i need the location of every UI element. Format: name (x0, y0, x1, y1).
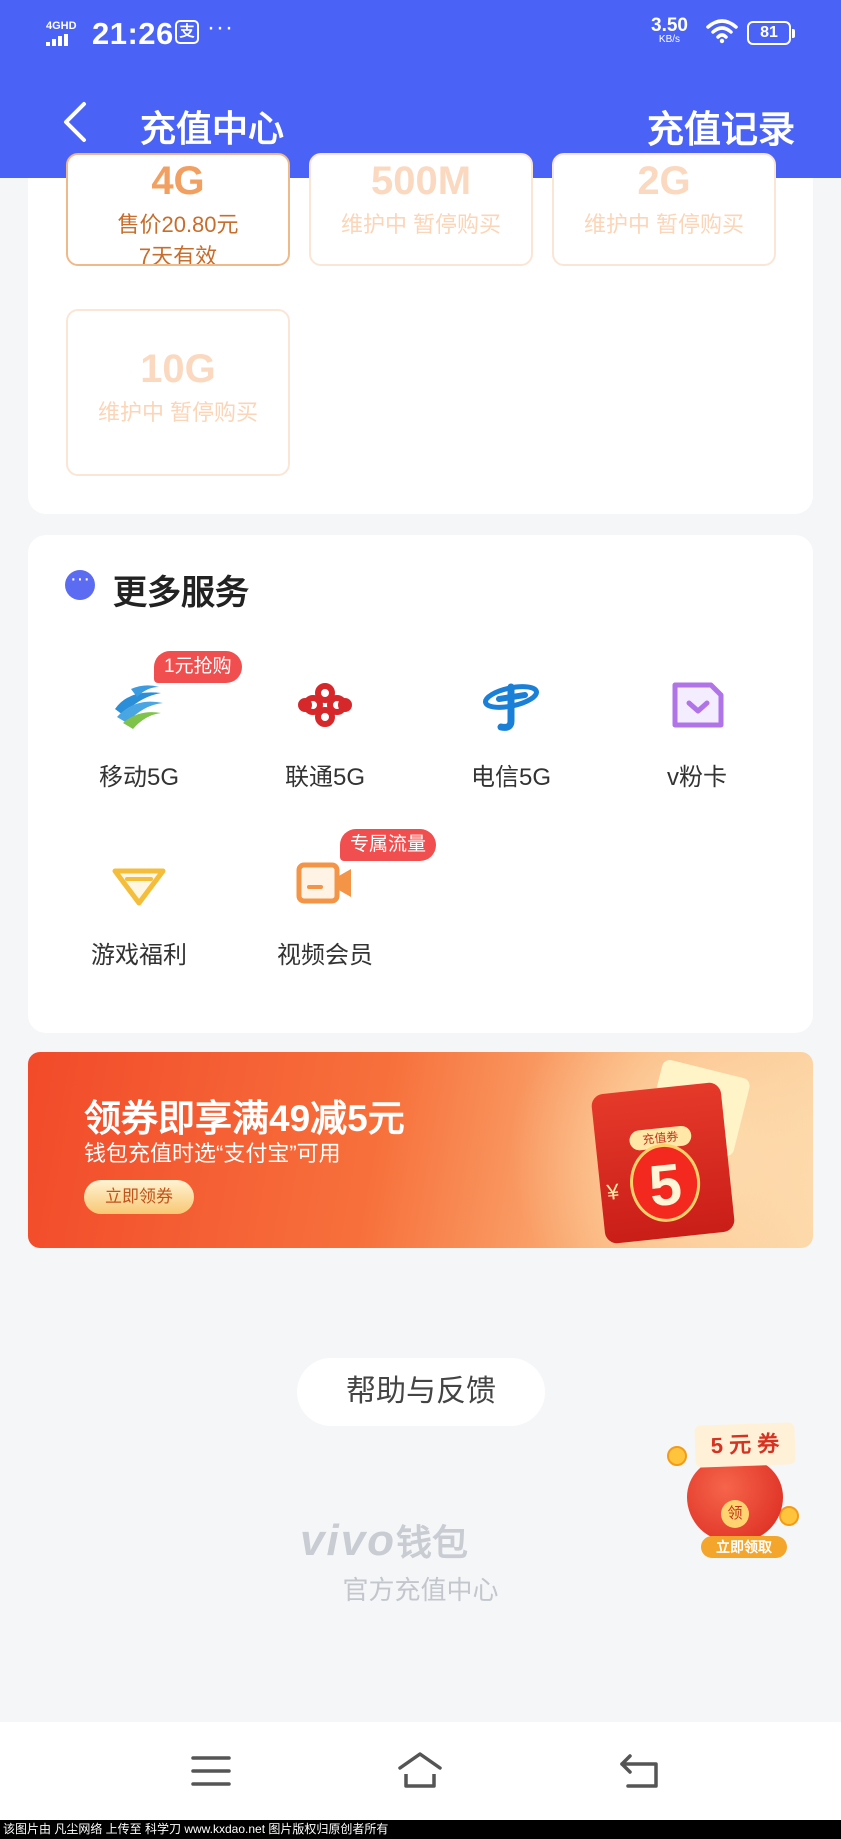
watermark-text: 该图片由 凡尘网络 上传至 科学刀 www.kxdao.net 图片版权归原创者… (0, 1820, 841, 1839)
coupon-banner[interactable]: 领券即享满49减5元 钱包充值时选“支付宝”可用 立即领券 充值券 ¥ 5 (28, 1052, 813, 1248)
network-label: 4GHD (46, 20, 77, 32)
battery-indicator: 81 (747, 21, 795, 45)
package-size: 2G (637, 159, 691, 203)
logo-cn: 钱包 (396, 1522, 469, 1563)
footer-subtitle: 官方充值中心 (342, 1575, 499, 1605)
package-size: 4G (151, 159, 205, 203)
service-video-membership[interactable]: 专属流量 视频会员 (245, 823, 437, 993)
coin-icon (667, 1446, 687, 1466)
claim-seal: 领 (721, 1500, 749, 1528)
service-china-unicom[interactable]: 联通5G (245, 645, 405, 815)
data-package-card: 4G 售价20.80元 7天有效 500M 维护中 暂停购买 2G 维护中 暂停… (28, 153, 813, 514)
package-status: 维护中 暂停购买 (97, 400, 259, 425)
section-title: 更多服务 (113, 574, 249, 612)
page-title: 充值中心 (140, 108, 285, 149)
back-icon[interactable] (616, 1748, 664, 1794)
alipay-notification-icon: 支 (175, 20, 199, 44)
vivo-wallet-logo: vivo钱包 (300, 1514, 540, 1565)
recharge-record-link[interactable]: 充值记录 (647, 99, 795, 153)
diamond-icon (112, 868, 166, 906)
banner-headline: 领券即享满49减5元 (84, 1098, 405, 1139)
package-option-10g[interactable]: 10G 维护中 暂停购买 (66, 309, 290, 476)
currency-symbol: ¥ (605, 1178, 621, 1205)
help-feedback-button[interactable]: 帮助与反馈 (297, 1358, 545, 1426)
coin-icon (779, 1506, 799, 1526)
signal-icon (46, 34, 68, 46)
package-status: 维护中 暂停购买 (340, 212, 502, 237)
package-size: 10G (140, 347, 216, 391)
service-label: v粉卡 (667, 764, 727, 791)
service-label: 视频会员 (277, 942, 373, 969)
service-label: 游戏福利 (91, 942, 187, 969)
promo-badge: 1元抢购 (154, 651, 242, 683)
package-validity: 7天有效 (138, 244, 218, 266)
service-label: 电信5G (470, 764, 551, 791)
china-mobile-icon (115, 685, 163, 729)
service-label: 联通5G (284, 764, 365, 791)
speed-value: 3.50 (651, 15, 688, 36)
service-v-fan-card[interactable]: v粉卡 (617, 645, 777, 815)
claim-coupon-button[interactable]: 立即领券 (84, 1180, 194, 1214)
promo-badge: 专属流量 (340, 829, 437, 861)
sim-card-icon (672, 682, 724, 728)
logo-word: vivo (300, 1516, 397, 1565)
speed-unit: KB/s (658, 34, 681, 45)
red-envelope-illustration: 充值券 ¥ 5 (590, 1081, 736, 1245)
banner-subline: 钱包充值时选“支付宝”可用 (84, 1141, 341, 1166)
package-price: 售价20.80元 (117, 212, 239, 237)
service-game-benefits[interactable]: 游戏福利 (59, 823, 219, 993)
service-china-mobile[interactable]: 1元抢购 移动5G (59, 645, 242, 815)
china-unicom-icon (298, 683, 352, 727)
package-option-2g[interactable]: 2G 维护中 暂停购买 (552, 153, 776, 266)
claim-now-button[interactable]: 立即领取 (701, 1536, 787, 1558)
coupon-amount: 5 (626, 1140, 704, 1226)
clock: 21:26 (92, 16, 174, 51)
service-label: 移动5G (98, 764, 179, 791)
service-china-telecom[interactable]: 电信5G (431, 645, 591, 815)
lucky-bag-icon: 领 (687, 1458, 783, 1542)
signal-indicator: 4GHD (46, 20, 86, 46)
coupon-title: 5 元 券 (694, 1422, 796, 1468)
system-nav-bar (0, 1722, 841, 1820)
status-bar: 4GHD 21:26 支 ··· 3.50 KB/s 81 (0, 0, 841, 70)
package-size: 500M (370, 159, 472, 203)
video-icon (296, 862, 351, 904)
menu-icon[interactable] (187, 1748, 235, 1794)
home-icon[interactable] (396, 1748, 444, 1794)
more-notifications-icon: ··· (207, 14, 234, 41)
more-services-card: ··· 更多服务 1元抢购 移动5G 联通5G 电信5G v粉卡 游戏福利 专属… (28, 535, 813, 1033)
back-arrow-icon[interactable] (56, 96, 96, 148)
floating-coupon[interactable]: 领 5 元 券 立即领取 (655, 1418, 805, 1568)
package-option-4g[interactable]: 4G 售价20.80元 7天有效 (66, 153, 290, 266)
wifi-icon (706, 19, 738, 44)
package-option-500m[interactable]: 500M 维护中 暂停购买 (309, 153, 533, 266)
top-bar: 4GHD 21:26 支 ··· 3.50 KB/s 81 充值中心 充值记录 (0, 0, 841, 178)
package-status: 维护中 暂停购买 (583, 212, 745, 237)
more-dots-icon: ··· (65, 569, 95, 600)
network-speed: 3.50 KB/s (651, 16, 688, 45)
china-telecom-icon (482, 683, 540, 731)
